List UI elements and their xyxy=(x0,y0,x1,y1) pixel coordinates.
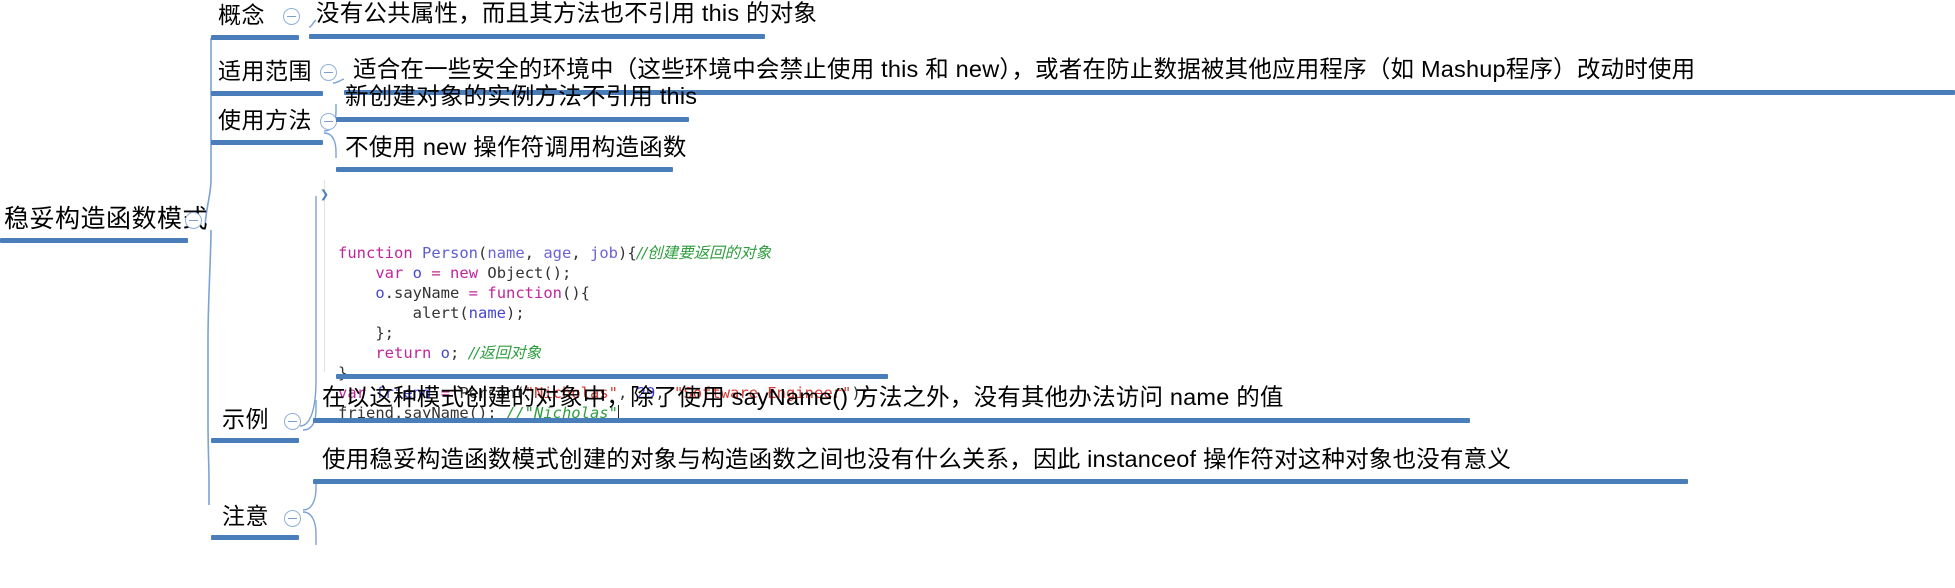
code-token: o xyxy=(375,284,385,302)
leaf-node-notice-1[interactable]: 在以这种模式创建的对象中，除了使用 sayName() 方法之外，没有其他办法访… xyxy=(322,384,1284,410)
code-token: ( xyxy=(478,244,488,262)
branch-node-example-underline xyxy=(211,438,299,443)
code-token: Object(); xyxy=(478,264,572,282)
code-token: alert( xyxy=(338,304,469,322)
leaf-node-notice-2[interactable]: 使用稳妥构造函数模式创建的对象与构造函数之间也没有什么关系，因此 instanc… xyxy=(322,446,1512,472)
code-token: new xyxy=(450,264,479,282)
branch-node-notice-toggle[interactable] xyxy=(284,510,301,527)
leaf-node-notice-1-underline xyxy=(313,418,1470,423)
leaf-node-concept-1-underline xyxy=(309,34,765,39)
code-token: = xyxy=(468,284,479,302)
branch-node-scope-label: 适用范围 xyxy=(218,58,312,84)
branch-node-notice-label: 注意 xyxy=(222,503,269,529)
mindmap-canvas: 稳妥构造函数模式 概念 没有公共属性，而且其方法也不引用 this 的对象 适用… xyxy=(0,0,1955,588)
branch-node-concept-label: 概念 xyxy=(218,2,265,28)
branch-node-example-label: 示例 xyxy=(222,406,269,432)
code-token: //返回对象 xyxy=(468,344,542,362)
code-token: o xyxy=(412,264,423,282)
code-token: Person xyxy=(422,244,478,262)
root-node-underline xyxy=(0,238,188,243)
leaf-node-notice-1-label: 在以这种模式创建的对象中，除了使用 sayName() 方法之外，没有其他办法访… xyxy=(322,384,1284,410)
branch-node-notice[interactable]: 注意 xyxy=(222,505,269,528)
root-node[interactable]: 稳妥构造函数模式 xyxy=(4,207,208,232)
branch-node-example-toggle[interactable] xyxy=(284,413,301,430)
branch-node-scope-toggle[interactable] xyxy=(320,64,337,81)
leaf-node-usage-2[interactable]: 不使用 new 操作符调用构造函数 xyxy=(345,134,687,160)
code-token: , xyxy=(571,244,591,262)
branch-node-concept-toggle[interactable] xyxy=(283,8,300,25)
code-gutter-line xyxy=(324,180,325,372)
code-token: , xyxy=(524,244,544,262)
code-token: ; xyxy=(450,344,469,362)
code-line: } xyxy=(338,363,878,383)
code-token: name xyxy=(468,304,506,322)
code-token: job xyxy=(590,244,619,262)
branch-node-example[interactable]: 示例 xyxy=(222,408,269,431)
code-token: ); xyxy=(505,304,525,322)
code-line: function Person(name, age, job){//创建要返回的… xyxy=(338,243,878,263)
code-line: alert(name); xyxy=(338,303,878,323)
code-line: var o = new Object(); xyxy=(338,263,878,283)
code-token: function xyxy=(487,284,563,302)
leaf-node-usage-1-label: 新创建对象的实例方法不引用 this xyxy=(345,83,698,109)
leaf-node-concept-1-label: 没有公共属性，而且其方法也不引用 this 的对象 xyxy=(316,0,818,26)
code-snippet-underline xyxy=(336,374,888,379)
code-token: (){ xyxy=(562,284,591,302)
branch-node-usage-underline xyxy=(211,140,323,145)
code-line: return o; //返回对象 xyxy=(338,343,878,363)
leaf-node-scope-1-label: 适合在一些安全的环境中（这些环境中会禁止使用 this 和 new），或者在防止… xyxy=(353,56,1696,82)
code-token: var xyxy=(375,264,404,282)
branch-node-scope[interactable]: 适用范围 xyxy=(218,60,312,83)
code-token: return xyxy=(375,344,432,362)
code-line: }; xyxy=(338,323,878,343)
code-token: = xyxy=(431,264,441,282)
leaf-node-scope-1[interactable]: 适合在一些安全的环境中（这些环境中会禁止使用 this 和 new），或者在防止… xyxy=(353,56,1696,82)
code-token: //创建要返回的对象 xyxy=(636,244,772,262)
leaf-node-usage-2-underline xyxy=(336,167,673,172)
code-token: .sayName xyxy=(384,284,469,302)
branch-node-usage[interactable]: 使用方法 xyxy=(218,109,312,132)
code-token: }; xyxy=(338,324,394,342)
chevron-right-icon: ❯ xyxy=(320,185,330,203)
leaf-node-usage-2-label: 不使用 new 操作符调用构造函数 xyxy=(345,134,687,160)
leaf-node-concept-1[interactable]: 没有公共属性，而且其方法也不引用 this 的对象 xyxy=(316,0,818,26)
code-token: name xyxy=(487,244,525,262)
branch-node-notice-underline xyxy=(211,535,299,540)
code-token: age xyxy=(543,244,572,262)
code-line: o.sayName = function(){ xyxy=(338,283,878,303)
code-token: o xyxy=(440,344,451,362)
leaf-node-usage-1[interactable]: 新创建对象的实例方法不引用 this xyxy=(345,83,698,109)
branch-node-usage-label: 使用方法 xyxy=(218,107,312,133)
leaf-node-notice-2-underline xyxy=(313,479,1688,484)
leaf-node-usage-1-underline xyxy=(336,117,689,122)
branch-node-usage-toggle[interactable] xyxy=(320,113,337,130)
root-collapse-toggle[interactable] xyxy=(185,212,202,229)
branch-node-scope-underline xyxy=(211,91,323,96)
leaf-node-notice-2-label: 使用稳妥构造函数模式创建的对象与构造函数之间也没有什么关系，因此 instanc… xyxy=(322,446,1512,472)
code-token: ){ xyxy=(618,244,637,262)
branch-node-concept-underline xyxy=(211,35,299,40)
mindmap-connectors xyxy=(204,19,345,545)
branch-node-concept[interactable]: 概念 xyxy=(218,4,265,27)
code-token: function xyxy=(338,244,422,262)
code-token: } xyxy=(338,364,348,382)
root-node-label: 稳妥构造函数模式 xyxy=(4,205,209,233)
